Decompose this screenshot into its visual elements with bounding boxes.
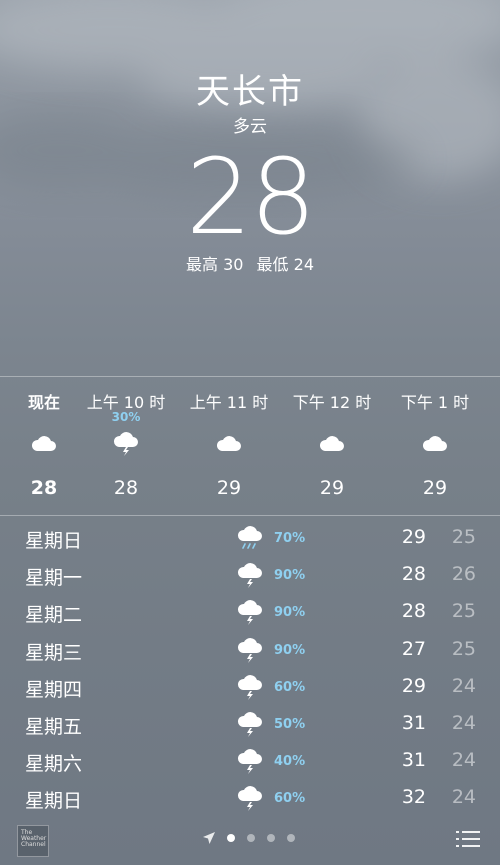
day-name: 星期一 [25, 567, 83, 590]
day-low: 25 [451, 637, 476, 660]
daily-row: 星期日 70% 29 25 [0, 520, 500, 557]
day-low: 26 [451, 563, 476, 586]
day-high: 31 [401, 749, 426, 772]
hourly-item: 下午 12 时 29 [282, 377, 382, 517]
thunderstorm-icon [237, 711, 262, 737]
page-dot[interactable] [267, 834, 275, 842]
hour-precip: 30% [111, 410, 141, 424]
hour-temp: 29 [319, 477, 345, 499]
hourly-item: 上午 11 时 29 [179, 377, 279, 517]
logo-line: Channel [21, 841, 46, 848]
day-name: 星期日 [25, 790, 83, 813]
hour-label: 上午 11 时 [189, 393, 269, 412]
day-low: 25 [451, 526, 476, 548]
day-high: 27 [401, 637, 426, 660]
hour-label: 下午 12 时 [292, 393, 372, 412]
hour-temp: 29 [422, 477, 448, 499]
day-precip: 40% [274, 754, 306, 770]
daily-row: 星期一 90% 28 26 [0, 557, 500, 594]
day-high: 32 [401, 786, 426, 809]
hourly-forecast[interactable]: 现在 28 上午 10 时 30% 28 上午 11 时 29 下午 12 时 … [0, 376, 500, 516]
list-menu-icon[interactable] [456, 829, 480, 849]
day-high: 28 [401, 600, 426, 623]
daily-row: 星期日 60% 32 24 [0, 780, 500, 817]
day-low: 24 [451, 711, 476, 734]
day-low: 24 [451, 749, 476, 772]
thunderstorm-icon [113, 432, 138, 456]
day-name: 星期五 [25, 715, 83, 738]
hour-temp: 29 [216, 477, 242, 499]
hourly-item: 下午 1 时 29 [385, 377, 485, 517]
day-low: 24 [451, 786, 476, 809]
day-high: 31 [401, 711, 426, 734]
day-name: 星期日 [25, 530, 83, 552]
cloud-icon [216, 436, 241, 451]
thunderstorm-icon [237, 786, 262, 812]
day-high: 29 [401, 526, 426, 548]
daily-row: 星期六 40% 31 24 [0, 743, 500, 780]
day-high: 29 [401, 674, 426, 697]
day-precip: 90% [274, 568, 306, 584]
hour-label: 下午 1 时 [400, 393, 470, 412]
day-low: 25 [451, 600, 476, 623]
day-name: 星期二 [25, 604, 83, 627]
day-precip: 90% [274, 642, 306, 658]
day-precip: 60% [274, 679, 306, 695]
day-name: 星期六 [25, 753, 83, 776]
current-weather: 天长市 多云 28 最高 30 最低 24 [0, 70, 500, 277]
cloud-icon [31, 436, 56, 451]
daily-row: 星期二 90% 28 25 [0, 594, 500, 631]
thunderstorm-icon [237, 637, 262, 663]
page-dot-active[interactable] [227, 834, 235, 842]
city-name: 天长市 [196, 72, 304, 112]
hour-temp: 28 [113, 477, 139, 499]
day-precip: 70% [274, 531, 306, 546]
day-precip: 90% [274, 605, 306, 621]
cloud-icon [422, 436, 447, 451]
daily-row: 星期四 60% 29 24 [0, 669, 500, 706]
daily-forecast[interactable]: 星期日 70% 29 25 星期一 90% 28 26 星期二 90% 28 2… [0, 520, 500, 818]
thunderstorm-icon [237, 600, 262, 626]
high-temperature: 最高 30 [186, 255, 244, 274]
low-temperature: 最低 24 [256, 255, 314, 274]
day-name: 星期四 [25, 678, 83, 701]
daily-row: 星期五 50% 31 24 [0, 706, 500, 743]
day-precip: 60% [274, 791, 306, 807]
weather-channel-logo[interactable]: The Weather Channel [17, 825, 49, 857]
thunderstorm-icon [237, 749, 262, 775]
daily-row: 星期三 90% 27 25 [0, 632, 500, 669]
thunderstorm-icon [237, 674, 262, 700]
day-high: 28 [401, 563, 426, 586]
cloud-icon [319, 436, 344, 451]
rain-icon [237, 526, 262, 549]
day-precip: 50% [274, 716, 306, 732]
bottom-toolbar: The Weather Channel [0, 815, 500, 865]
thunderstorm-icon [237, 563, 262, 589]
hourly-item: 上午 10 时 30% 28 [76, 377, 176, 517]
high-low: 最高 30 最低 24 [0, 253, 500, 277]
page-dot[interactable] [287, 834, 295, 842]
current-temperature: 28 [185, 136, 316, 258]
location-arrow-icon [203, 832, 215, 844]
page-dot[interactable] [247, 834, 255, 842]
day-name: 星期三 [25, 641, 83, 664]
page-indicator[interactable] [200, 830, 300, 850]
day-low: 24 [451, 674, 476, 697]
